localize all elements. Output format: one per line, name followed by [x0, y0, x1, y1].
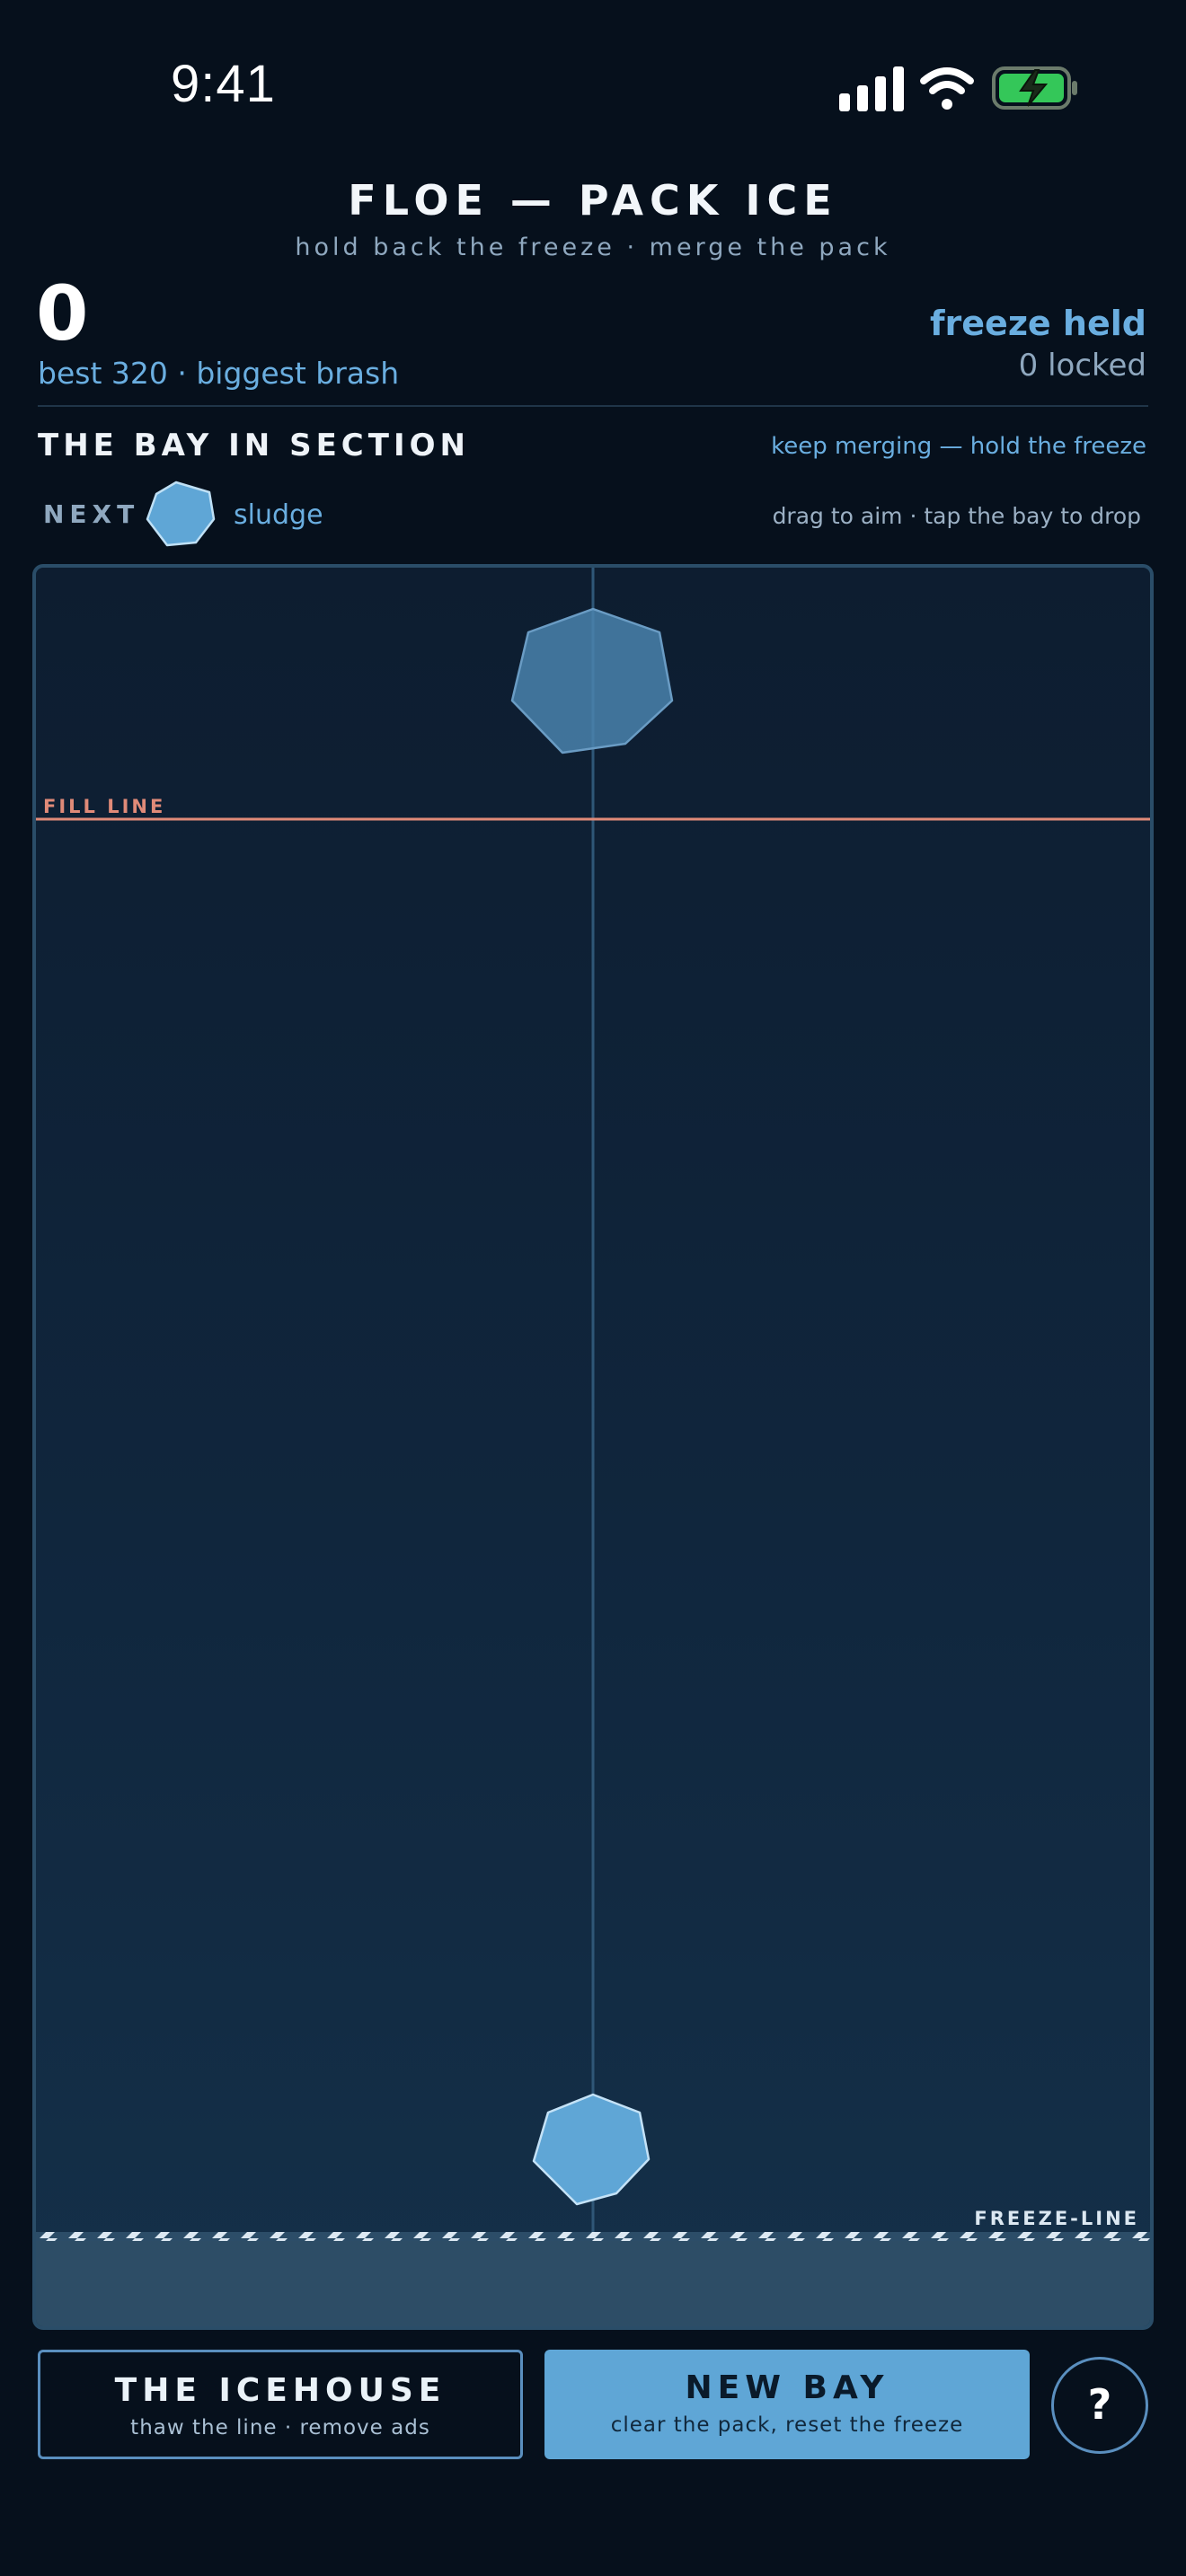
page-subtitle: hold back the freeze · merge the pack: [295, 234, 891, 261]
help-button[interactable]: ?: [1051, 2357, 1148, 2454]
freeze-line: [36, 2232, 1150, 2241]
next-piece-icon: [146, 481, 216, 547]
divider: [38, 405, 1148, 407]
icehouse-button[interactable]: THE ICEHOUSE thaw the line · remove ads: [38, 2350, 523, 2459]
fill-line-label: FILL LINE: [43, 796, 166, 817]
score-value: 0: [36, 269, 89, 357]
game-bay[interactable]: [32, 564, 1154, 2330]
section-hint: keep merging — hold the freeze: [771, 433, 1146, 460]
status-time: 9:41: [171, 55, 276, 113]
signal-icon: [839, 66, 904, 111]
icehouse-button-label: THE ICEHOUSE: [114, 2372, 447, 2409]
freeze-line-label: FREEZE-LINE: [974, 2208, 1139, 2229]
page-title: FLOE — PACK ICE: [348, 176, 838, 225]
status-icons: [839, 66, 1077, 111]
next-piece-name: sludge: [234, 499, 323, 531]
held-floe: [510, 607, 674, 754]
locked-count: 0 locked: [1018, 348, 1146, 384]
new-bay-button-sub: clear the pack, reset the freeze: [610, 2413, 964, 2437]
next-label: NEXT: [43, 499, 140, 529]
new-bay-button[interactable]: NEW BAY clear the pack, reset the freeze: [544, 2350, 1030, 2459]
icehouse-button-sub: thaw the line · remove ads: [130, 2416, 430, 2439]
bay-canvas: [36, 568, 1150, 2326]
ice-floor: [36, 2241, 1150, 2326]
freeze-status: freeze held: [930, 304, 1146, 343]
section-title: THE BAY IN SECTION: [38, 428, 470, 463]
best-score: best 320 · biggest brash: [38, 356, 400, 391]
battery-charging-icon: [992, 66, 1077, 110]
aim-hint: drag to aim · tap the bay to drop: [772, 503, 1141, 529]
settled-sludge-floe: [532, 2093, 651, 2206]
new-bay-button-label: NEW BAY: [685, 2369, 890, 2406]
wifi-icon: [920, 67, 974, 110]
